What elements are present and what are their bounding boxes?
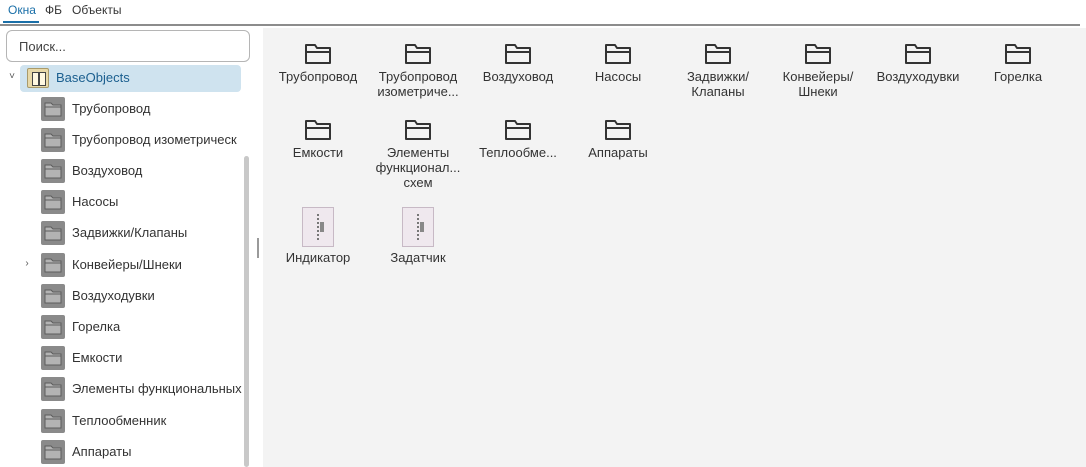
folder-icon bbox=[505, 44, 531, 64]
object-label: Задатчик bbox=[390, 250, 446, 265]
folder-icon bbox=[305, 44, 331, 64]
folder-label: Воздуховод bbox=[482, 69, 554, 84]
chevron-right-icon[interactable]: › bbox=[21, 258, 33, 270]
folder-icon bbox=[605, 120, 631, 140]
tree-item-label: Воздуховод bbox=[72, 163, 143, 178]
folder-icon bbox=[405, 120, 431, 140]
folder-icon bbox=[41, 440, 65, 464]
folder-label: Задвижки/ Клапаны bbox=[686, 69, 750, 99]
tree-item-label: Горелка bbox=[72, 319, 121, 334]
tab-fb[interactable]: ФБ bbox=[45, 3, 62, 17]
tree-item-label: Теплообменник bbox=[72, 413, 167, 428]
folder-item[interactable]: Задвижки/ Клапаны bbox=[668, 42, 768, 99]
tree-item-label: Конвейеры/Шнеки bbox=[72, 257, 182, 272]
folder-icon bbox=[41, 253, 65, 277]
folder-icon bbox=[41, 97, 65, 121]
folder-icon bbox=[41, 284, 65, 308]
folder-label: Элементы функционал... схем bbox=[375, 145, 461, 190]
folder-label: Воздуходувки bbox=[876, 69, 960, 84]
tree-item-label: Воздуходувки bbox=[72, 288, 155, 303]
folder-item[interactable]: Элементы функционал... схем bbox=[368, 118, 468, 190]
folder-item[interactable]: Воздуховод bbox=[468, 42, 568, 84]
tree-item[interactable]: Горелка bbox=[0, 312, 244, 341]
object-item-setpoint[interactable]: Задатчик bbox=[368, 207, 468, 265]
tree-item[interactable]: Аппараты bbox=[0, 437, 244, 466]
tree-item-label: Насосы bbox=[72, 194, 119, 209]
folder-item[interactable]: Насосы bbox=[568, 42, 668, 84]
folder-item[interactable]: Трубопровод изометриче... bbox=[368, 42, 468, 99]
panel-splitter[interactable] bbox=[257, 238, 259, 258]
folder-item[interactable]: Горелка bbox=[968, 42, 1068, 84]
folder-icon bbox=[41, 128, 65, 152]
folder-label: Горелка bbox=[993, 69, 1043, 84]
folder-item[interactable]: Аппараты bbox=[568, 118, 668, 160]
folder-icon bbox=[41, 346, 65, 370]
folder-icon bbox=[41, 221, 65, 245]
folder-icon bbox=[41, 190, 65, 214]
tree-item-label: Элементы функциональных bbox=[72, 381, 242, 396]
folder-icon bbox=[305, 120, 331, 140]
folder-icon bbox=[405, 44, 431, 64]
tree-item[interactable]: Насосы bbox=[0, 187, 244, 216]
folder-icon bbox=[505, 120, 531, 140]
active-tab-indicator bbox=[3, 21, 39, 23]
folder-icon bbox=[41, 315, 65, 339]
object-item-indicator[interactable]: Индикатор bbox=[268, 207, 368, 265]
folder-label: Емкости bbox=[292, 145, 344, 160]
tree-root-baseobjects[interactable]: BaseObjects bbox=[20, 65, 241, 92]
tree-item-label: Трубопровод изометрическ bbox=[72, 132, 237, 147]
tree-item[interactable]: Элементы функциональных bbox=[0, 374, 244, 403]
folder-item[interactable]: Трубопровод bbox=[268, 42, 368, 84]
tree-item-label: Аппараты bbox=[72, 444, 132, 459]
tree-item-label: Емкости bbox=[72, 350, 123, 365]
tab-bar: Окна ФБ Объекты bbox=[0, 0, 1086, 26]
folder-item[interactable]: Емкости bbox=[268, 118, 368, 160]
folder-label: Насосы bbox=[594, 69, 642, 84]
folder-icon bbox=[605, 44, 631, 64]
folder-label: Конвейеры/ Шнеки bbox=[782, 69, 854, 99]
chevron-down-icon[interactable]: ˅ bbox=[6, 71, 18, 83]
tree-item[interactable]: › Конвейеры/Шнеки bbox=[0, 250, 244, 279]
folder-label: Аппараты bbox=[588, 145, 648, 160]
folder-icon bbox=[41, 409, 65, 433]
tree-scrollbar[interactable] bbox=[244, 156, 249, 467]
search-input[interactable] bbox=[7, 31, 249, 61]
object-tree: ˅ BaseObjects Трубопровод Трубопровод из… bbox=[0, 64, 244, 467]
folder-item[interactable]: Воздуходувки bbox=[868, 42, 968, 84]
tree-item[interactable]: Емкости bbox=[0, 343, 244, 372]
folder-icon bbox=[905, 44, 931, 64]
setpoint-object-icon bbox=[402, 207, 434, 247]
tree-item-label: Трубопровод bbox=[72, 101, 151, 116]
folder-label: Трубопровод bbox=[278, 69, 358, 84]
search-box[interactable] bbox=[6, 30, 250, 62]
tree-item[interactable]: Воздуховод bbox=[0, 156, 244, 185]
tree-item[interactable]: Трубопровод изометрическ bbox=[0, 125, 244, 154]
left-panel: ˅ BaseObjects Трубопровод Трубопровод из… bbox=[0, 26, 253, 467]
folder-label: Теплообме... bbox=[479, 145, 557, 160]
folder-item[interactable]: Теплообме... bbox=[468, 118, 568, 160]
folder-icon bbox=[805, 44, 831, 64]
content-panel: Трубопровод Трубопровод изометриче... Во… bbox=[263, 28, 1086, 467]
tree-root-label: BaseObjects bbox=[56, 70, 130, 85]
indicator-object-icon bbox=[302, 207, 334, 247]
folder-icon bbox=[41, 159, 65, 183]
tab-objects[interactable]: Объекты bbox=[72, 3, 122, 17]
object-label: Индикатор bbox=[285, 250, 351, 265]
tab-windows[interactable]: Окна bbox=[8, 3, 36, 17]
tree-item[interactable]: Трубопровод bbox=[0, 94, 244, 123]
folder-icon bbox=[41, 377, 65, 401]
folder-item[interactable]: Конвейеры/ Шнеки bbox=[768, 42, 868, 99]
tree-item[interactable]: Теплообменник bbox=[0, 406, 244, 435]
folder-label: Трубопровод изометриче... bbox=[377, 69, 459, 99]
folder-icon bbox=[705, 44, 731, 64]
tree-item[interactable]: Воздуходувки bbox=[0, 281, 244, 310]
tree-item-label: Задвижки/Клапаны bbox=[72, 225, 188, 240]
tree-item[interactable]: Задвижки/Клапаны bbox=[0, 218, 244, 247]
base-objects-icon bbox=[27, 68, 49, 88]
folder-icon bbox=[1005, 44, 1031, 64]
